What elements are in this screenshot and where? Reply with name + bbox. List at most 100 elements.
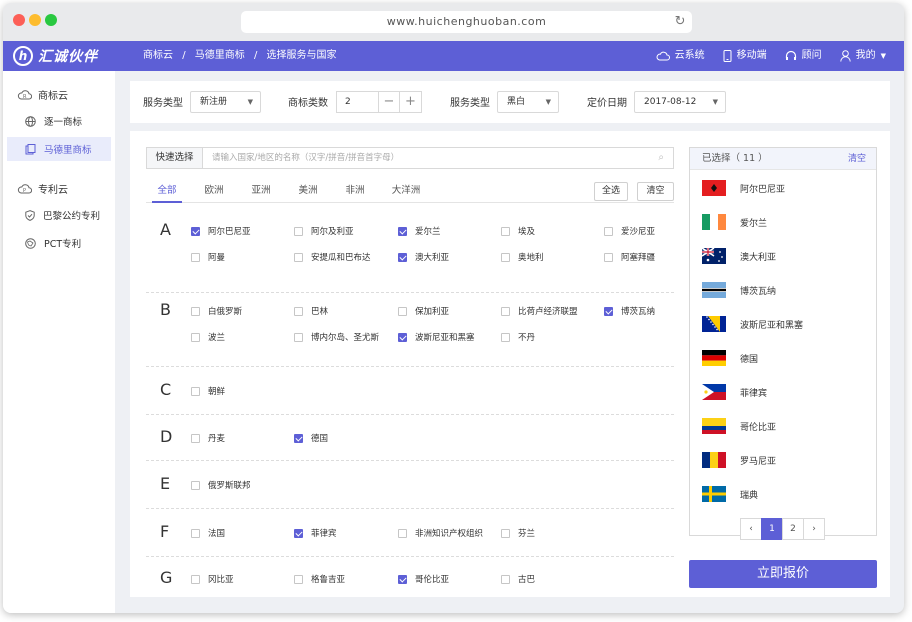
service-type-select[interactable]: 新注册 ▼ [190,91,261,113]
country-option[interactable]: 古巴 [501,573,535,585]
country-option[interactable]: 爱尔兰 [398,225,441,237]
country-option[interactable]: 法国 [191,527,225,539]
increment-button[interactable]: + [400,92,421,112]
country-checkbox[interactable] [501,332,510,342]
clear-all-button[interactable]: 清空 [637,182,674,201]
country-checkbox[interactable] [398,252,407,262]
breadcrumb-item-madrid[interactable]: 马德里商标 [195,50,245,61]
tab-europe[interactable]: 欧洲 [199,179,229,203]
nav-advisor[interactable]: 顾问 [785,41,822,71]
country-checkbox[interactable] [191,332,200,342]
country-checkbox[interactable] [191,386,200,396]
country-checkbox[interactable] [501,528,510,538]
tab-americas[interactable]: 美洲 [293,179,323,203]
selected-country-item[interactable]: 波斯尼亚和黑塞 [702,316,803,332]
tab-oceania[interactable]: 大洋洲 [386,179,426,203]
country-option[interactable]: 爱沙尼亚 [604,225,655,237]
country-checkbox[interactable] [294,226,303,236]
country-option[interactable]: 白俄罗斯 [191,305,242,317]
country-checkbox[interactable] [604,226,613,236]
country-option[interactable]: 阿塞拜疆 [604,251,655,263]
selected-country-item[interactable]: 澳大利亚 [702,248,776,264]
selected-country-item[interactable]: 德国 [702,350,758,366]
country-checkbox[interactable] [604,252,613,262]
get-quote-button[interactable]: 立即报价 [689,560,877,588]
country-checkbox[interactable] [398,306,407,316]
country-option[interactable]: 丹麦 [191,432,225,444]
maximize-window-button[interactable] [45,14,57,26]
country-checkbox[interactable] [294,332,303,342]
clear-selected-button[interactable]: 清空 [848,148,866,170]
selected-country-item[interactable]: 哥伦比亚 [702,418,776,434]
country-option[interactable]: 埃及 [501,225,535,237]
selected-country-item[interactable]: 博茨瓦纳 [702,282,776,298]
country-checkbox[interactable] [191,480,200,490]
price-date-select[interactable]: 2017-08-12 ▼ [634,91,726,113]
page-1-button[interactable]: 1 [761,518,783,540]
country-option[interactable]: 格鲁吉亚 [294,573,345,585]
prev-page-button[interactable]: ‹ [740,518,762,540]
country-option[interactable]: 俄罗斯联邦 [191,479,251,491]
country-option[interactable]: 安提瓜和巴布达 [294,251,371,263]
country-option[interactable]: 不丹 [501,331,535,343]
close-window-button[interactable] [13,14,25,26]
country-option[interactable]: 阿曼 [191,251,225,263]
country-option[interactable]: 波兰 [191,331,225,343]
country-checkbox[interactable] [294,528,303,538]
country-checkbox[interactable] [398,226,407,236]
selected-country-item[interactable]: 罗马尼亚 [702,452,776,468]
country-checkbox[interactable] [191,306,200,316]
selected-country-item[interactable]: 阿尔巴尼亚 [702,180,785,196]
sidebar-group-trademark[interactable]: R 商标云 [17,87,68,102]
country-checkbox[interactable] [398,332,407,342]
country-option[interactable]: 冈比亚 [191,573,234,585]
country-option[interactable]: 巴林 [294,305,328,317]
nav-mobile[interactable]: 移动端 [723,41,767,71]
reload-icon[interactable]: ↻ [675,11,686,33]
country-option[interactable]: 澳大利亚 [398,251,449,263]
class-count-input[interactable]: 2 [337,92,379,112]
country-option[interactable]: 阿尔巴尼亚 [191,225,251,237]
breadcrumb-item-trademark-cloud[interactable]: 商标云 [143,50,173,61]
tab-asia[interactable]: 亚洲 [246,179,276,203]
country-option[interactable]: 博茨瓦纳 [604,305,655,317]
country-checkbox[interactable] [501,226,510,236]
decrement-button[interactable]: − [379,92,400,112]
country-checkbox[interactable] [398,528,407,538]
country-checkbox[interactable] [294,252,303,262]
country-checkbox[interactable] [191,574,200,584]
country-option[interactable]: 芬兰 [501,527,535,539]
country-option[interactable]: 哥伦比亚 [398,573,449,585]
address-bar[interactable]: www.huichenghuoban.com ↻ [241,11,692,33]
country-option[interactable]: 博内尔岛、圣尤斯 [294,331,379,343]
search-icon[interactable]: ⌕ [658,148,664,168]
sidebar-item-madrid-trademark[interactable]: 马德里商标 [7,137,111,161]
color-type-select[interactable]: 黑白 ▼ [497,91,559,113]
country-option[interactable]: 朝鲜 [191,385,225,397]
sidebar-item-pct-patent[interactable]: PCT专利 [7,231,111,255]
sidebar-item-paris-patent[interactable]: 巴黎公约专利 [7,203,111,227]
country-option[interactable]: 保加利亚 [398,305,449,317]
country-checkbox[interactable] [501,306,510,316]
country-option[interactable]: 阿尔及利亚 [294,225,354,237]
country-checkbox[interactable] [398,574,407,584]
next-page-button[interactable]: › [803,518,825,540]
country-checkbox[interactable] [191,252,200,262]
nav-cloud-system[interactable]: 云系统 [656,41,705,71]
country-option[interactable]: 奥地利 [501,251,544,263]
tab-africa[interactable]: 非洲 [340,179,370,203]
country-option[interactable]: 菲律宾 [294,527,337,539]
tab-all[interactable]: 全部 [152,179,182,203]
nav-my-account[interactable]: 我的 ▼ [839,41,886,71]
country-checkbox[interactable] [294,306,303,316]
minimize-window-button[interactable] [29,14,41,26]
country-checkbox[interactable] [191,226,200,236]
page-2-button[interactable]: 2 [782,518,804,540]
country-option[interactable]: 德国 [294,432,328,444]
country-checkbox[interactable] [191,433,200,443]
country-checkbox[interactable] [294,433,303,443]
country-checkbox[interactable] [294,574,303,584]
country-option[interactable]: 非洲知识产权组织 [398,527,483,539]
brand-logo[interactable]: h 汇诚伙伴 [13,45,98,67]
country-option[interactable]: 比荷卢经济联盟 [501,305,578,317]
